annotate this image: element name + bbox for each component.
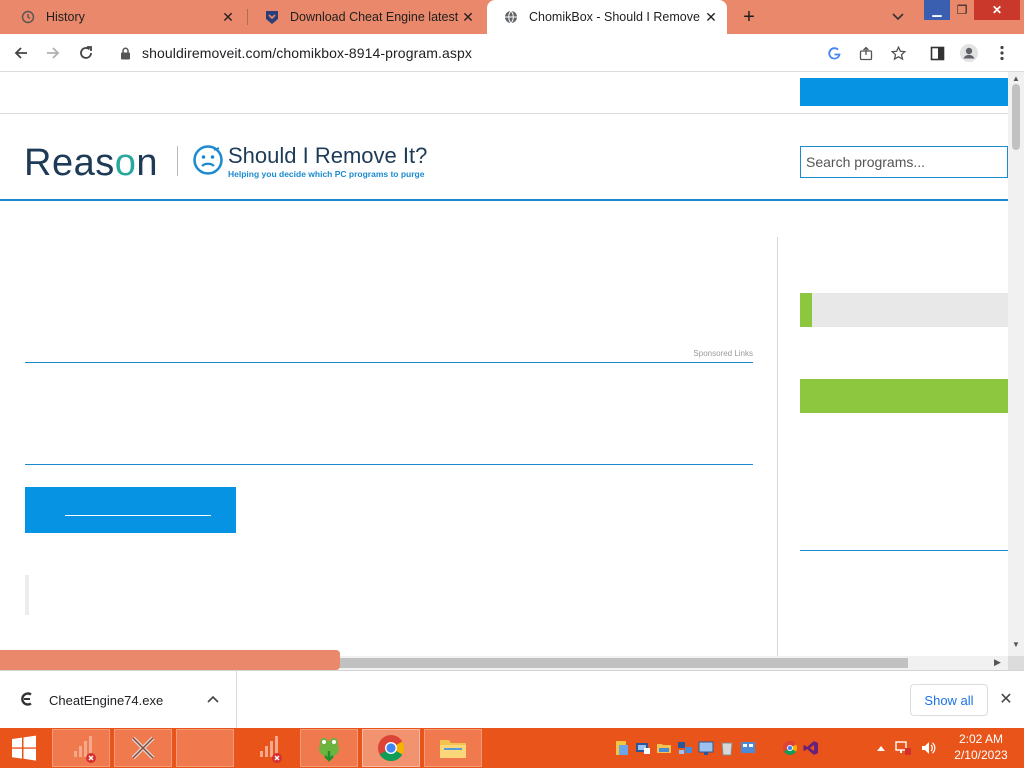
content-divider (25, 362, 753, 363)
scrollbar-corner (1008, 656, 1024, 670)
google-translate-icon[interactable] (822, 41, 846, 65)
tray-chrome-icon[interactable] (782, 740, 798, 756)
top-banner-ad[interactable] (800, 78, 1008, 106)
task-chrome-icon[interactable] (362, 729, 420, 767)
address-bar[interactable]: shouldiremoveit.com/chomikbox-8914-progr… (108, 38, 988, 68)
cheat-engine-file-icon (19, 691, 35, 707)
reload-button[interactable] (72, 39, 100, 67)
program-action-button[interactable] (25, 487, 236, 533)
orange-overlay-strip (0, 650, 340, 670)
show-all-button[interactable]: Show all (910, 684, 988, 716)
site-title[interactable]: Should I Remove It? (228, 143, 427, 169)
tray-control-panel-icon[interactable] (740, 740, 756, 756)
close-window-button[interactable]: ✕ (974, 0, 1020, 20)
task-network-error-icon[interactable] (52, 729, 110, 767)
top-ad-strip (0, 72, 1008, 114)
site-tagline: Helping you decide which PC programs to … (228, 169, 425, 179)
forward-button[interactable] (39, 39, 67, 67)
scroll-up-arrow-icon[interactable]: ▲ (1011, 74, 1021, 83)
download-file-name[interactable]: CheatEngine74.exe (49, 693, 163, 708)
windows-logo-icon (12, 735, 36, 761)
sidebar-green-panel[interactable] (800, 379, 1008, 413)
system-tray (876, 728, 946, 768)
search-programs-input[interactable] (800, 146, 1008, 178)
column-divider (777, 237, 778, 656)
task-file-explorer-icon[interactable] (424, 729, 482, 767)
task-downloader-frog-icon[interactable] (300, 729, 358, 767)
tab-search-chevron-icon[interactable] (886, 6, 910, 28)
logo-divider (177, 146, 178, 176)
tab-label: Download Cheat Engine latest ve (290, 10, 458, 24)
side-panel-icon[interactable] (923, 39, 951, 67)
tray-visual-studio-icon[interactable] (803, 740, 819, 756)
show-hidden-icons-icon[interactable] (876, 744, 886, 752)
menu-kebab-icon[interactable] (988, 39, 1016, 67)
vertical-scroll-thumb[interactable] (1012, 84, 1020, 150)
minimize-button[interactable]: ▁ (924, 0, 950, 20)
chevron-up-icon[interactable] (203, 689, 223, 709)
quote-accent-bar (25, 575, 29, 615)
task-tools-icon[interactable] (114, 729, 172, 767)
download-shelf: CheatEngine74.exe Show all ✕ (0, 670, 1024, 728)
close-tab-icon[interactable]: ✕ (218, 7, 238, 27)
tray-colorful-icon[interactable] (761, 740, 777, 756)
tray-recycle-bin-icon[interactable] (719, 740, 735, 756)
new-tab-button[interactable]: + (736, 4, 762, 30)
clock-time: 2:02 AM (958, 732, 1004, 746)
start-button[interactable] (0, 728, 48, 768)
profile-avatar-icon[interactable] (955, 39, 983, 67)
tab-history[interactable]: History ✕ (4, 0, 244, 34)
close-tab-icon[interactable]: ✕ (458, 7, 478, 27)
tray-folder-icon[interactable] (656, 740, 672, 756)
windows-taskbar: 2:02 AM 2/10/2023 (0, 728, 1024, 768)
tray-monitor-icon[interactable] (635, 740, 651, 756)
tray-doc-icon[interactable] (614, 740, 630, 756)
close-shelf-icon[interactable]: ✕ (996, 689, 1016, 709)
tab-label: History (46, 10, 85, 24)
browser-toolbar: shouldiremoveit.com/chomikbox-8914-progr… (0, 34, 1024, 72)
sponsored-links-label: Sponsored Links (693, 349, 753, 358)
tab-chomikbox[interactable]: ChomikBox - Should I Remove It ✕ (487, 0, 727, 34)
vertical-scrollbar[interactable]: ▲ ▼ (1008, 72, 1024, 656)
reason-logo[interactable]: Reason (24, 142, 158, 185)
taskbar-clock[interactable]: 2:02 AM 2/10/2023 (946, 731, 1016, 763)
task-blank-window[interactable] (176, 729, 234, 767)
network-tray-icon[interactable] (894, 740, 912, 756)
close-tab-icon[interactable]: ✕ (701, 7, 721, 27)
history-icon (20, 9, 36, 25)
back-button[interactable] (7, 39, 35, 67)
page-viewport: Reason Should I Remove It? Helping you d… (0, 72, 1008, 656)
sidebar-gray-panel (800, 293, 1008, 327)
button-link-underline (65, 515, 211, 516)
url-text[interactable]: shouldiremoveit.com/chomikbox-8914-progr… (142, 45, 472, 61)
lock-icon[interactable] (120, 46, 132, 60)
volume-icon[interactable] (920, 740, 936, 756)
tab-label: ChomikBox - Should I Remove It (529, 10, 701, 24)
restore-button[interactable]: ❐ (950, 0, 974, 20)
tray-display-icon[interactable] (698, 740, 714, 756)
site-header: Reason Should I Remove It? Helping you d… (0, 115, 1008, 201)
task-network-icon[interactable] (244, 729, 290, 767)
site-shield-icon (264, 9, 280, 25)
tray-network-share-icon[interactable] (677, 740, 693, 756)
sad-face-logo-icon[interactable] (192, 144, 224, 176)
sidebar-divider (800, 550, 1008, 551)
bookmark-star-icon[interactable] (886, 41, 910, 65)
share-icon[interactable] (854, 41, 878, 65)
scroll-down-arrow-icon[interactable]: ▼ (1011, 640, 1021, 649)
notification-tray (614, 728, 874, 768)
tab-cheat-engine[interactable]: Download Cheat Engine latest ve ✕ (248, 0, 484, 34)
content-divider (25, 464, 753, 465)
download-item[interactable]: CheatEngine74.exe (0, 671, 237, 728)
scroll-right-arrow-icon[interactable]: ▶ (994, 657, 1001, 668)
main-content: Sponsored Links (0, 203, 1008, 656)
clock-date: 2/10/2023 (954, 748, 1008, 762)
globe-icon (503, 9, 519, 25)
tab-strip: History ✕ Download Cheat Engine latest v… (0, 0, 1024, 34)
sidebar-green-accent (800, 293, 812, 327)
